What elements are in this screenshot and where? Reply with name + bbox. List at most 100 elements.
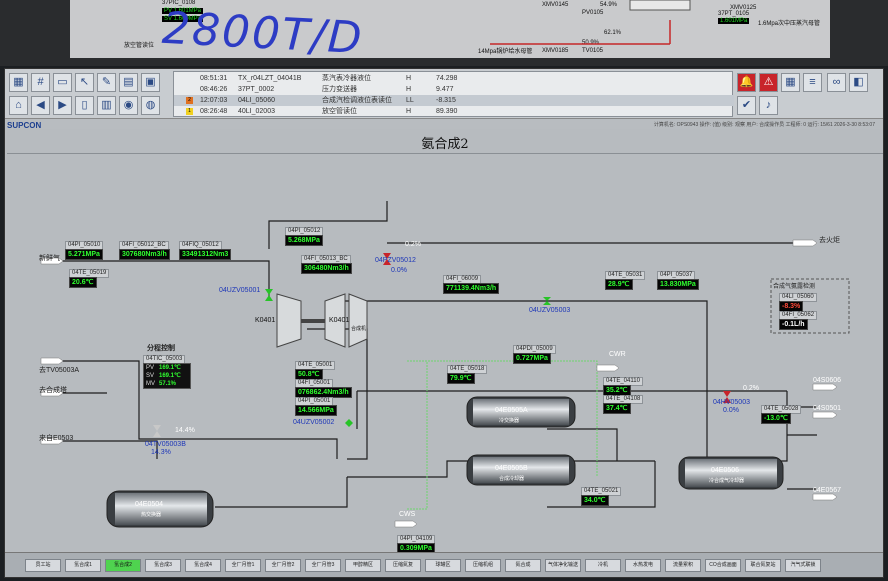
value-04fiq05012[interactable]: 33491312Nm3 — [179, 249, 232, 260]
equip-04e0504-sub: 热交换器 — [141, 512, 162, 518]
nav-button-active[interactable]: 氢合成2 — [105, 559, 141, 572]
alarm-bell-icon[interactable]: 🔔 — [737, 73, 756, 92]
valve-04pzv05012-open: 0.2% — [405, 241, 421, 248]
mute-icon[interactable]: ♪ — [759, 96, 778, 115]
acknowledge-icon[interactable]: ✔ — [737, 96, 756, 115]
document-icon[interactable]: ▯ — [75, 96, 94, 115]
forward-icon[interactable]: ▶ — [53, 96, 72, 115]
nav-button[interactable]: 氢合成3 — [145, 559, 181, 572]
label-split-control: 分程控制 — [147, 345, 175, 352]
equip-k0401a[interactable]: K0401 — [255, 317, 275, 324]
equip-04e0506[interactable]: 04E0506 — [711, 467, 739, 474]
nav-button[interactable]: 水热发电 — [625, 559, 661, 572]
value-04pi05010[interactable]: 5.271MPa — [65, 249, 103, 260]
label-syngas-detect: 合成气氨露检测 — [773, 284, 816, 290]
equip-04e0505a-sub: 冷交换器 — [499, 418, 520, 424]
chart-icon[interactable]: ▤ — [119, 73, 138, 92]
nav-button[interactable]: 球罐区 — [425, 559, 461, 572]
value-04te05018[interactable]: 79.9℃ — [447, 373, 475, 384]
valve-04uzv05002[interactable]: 04UZV05002 — [293, 419, 334, 426]
value-04pdi05009[interactable]: 0.727MPa — [513, 353, 551, 364]
alarm-priority-badge: 1 — [186, 108, 193, 115]
label-04s0606: 04S0606 — [813, 377, 842, 384]
nav-button[interactable]: 全厂月管3 — [305, 559, 341, 572]
label-cws: CWS — [399, 511, 416, 518]
equip-04e0505a[interactable]: 04E0505A — [495, 407, 528, 414]
nav-button[interactable]: 压缩机组 — [465, 559, 501, 572]
hash-icon[interactable]: # — [31, 73, 50, 92]
value-04fi05012[interactable]: 307680Nm3/h — [119, 249, 170, 260]
value-04pi05001[interactable]: 14.566MPa — [295, 405, 337, 416]
value-04pi05037[interactable]: 13.830MPa — [657, 279, 699, 290]
nav-button[interactable]: 全厂月管1 — [225, 559, 261, 572]
alarm-list[interactable]: 08:51:31 TX_r04LZT_04041B 蒸汽表冷器液位 H 74.2… — [173, 71, 734, 117]
process-graphic: 氨合成2 新鲜气 去火炬 去TV05003A 去合成塔 来自E0503 分程控制… — [7, 129, 883, 554]
valve-04tv05003b[interactable]: 04TV05003B — [145, 441, 186, 448]
link-icon[interactable]: ∞ — [827, 73, 846, 92]
nav-button[interactable]: 流量累积 — [665, 559, 701, 572]
alarm-silence-icon[interactable]: ⚠ — [759, 73, 778, 92]
equip-k0401b[interactable]: K0401 — [329, 317, 349, 324]
valve-04pzv05012[interactable]: 04PZV05012 — [375, 257, 416, 264]
nav-button[interactable]: 氢合成4 — [185, 559, 221, 572]
valve-04hv05003-open: 0.2% — [743, 385, 759, 392]
home-icon[interactable]: ⌂ — [9, 96, 28, 115]
label-fresh-gas: 新鲜气 — [39, 255, 60, 262]
value-04te04108[interactable]: 37.4℃ — [603, 403, 631, 414]
value-04fi06009[interactable]: 771139.4Nm3/h — [443, 283, 500, 294]
equip-04e0506-sub: 冷合成气冷却器 — [709, 478, 745, 484]
label-04s0501: 04S0501 — [813, 405, 842, 412]
screen-icon[interactable]: ▭ — [53, 73, 72, 92]
toolbar: ▦ # ▭ ↖ ✎ ▤ ▣ ⌂ ◀ ▶ ▯ ▥ ◉ ◍ 08:51:31 TX_… — [5, 69, 883, 119]
nav-button[interactable]: 氢合成1 — [65, 559, 101, 572]
alarm-row[interactable]: 08:51:31 TX_r04LZT_04041B 蒸汽表冷器液位 H 74.2… — [174, 73, 734, 84]
nav-button[interactable]: 联合氮复站 — [745, 559, 781, 572]
nav-button[interactable]: 冷机 — [585, 559, 621, 572]
value-04fi05062[interactable]: -0.1L/h — [779, 319, 808, 330]
bottom-nav: 员工站 氢合成1 氢合成2 氢合成3 氢合成4 全厂月管1 全厂月管2 全厂月管… — [5, 552, 883, 577]
nav-button[interactable]: 甲醇精区 — [345, 559, 381, 572]
book-icon[interactable]: ▥ — [97, 96, 116, 115]
alarm-row[interactable]: 2 12:07:03 04LI_05060 合成汽检调液位表读位 LL -8.3… — [174, 95, 734, 106]
valve-04hv05003-position: 0.0% — [723, 407, 739, 414]
grid-icon[interactable]: ▦ — [9, 73, 28, 92]
window-icon[interactable]: ▣ — [141, 73, 160, 92]
equip-k0401b-sub: 合成机 — [351, 326, 367, 332]
value-04te05031[interactable]: 28.9℃ — [605, 279, 633, 290]
table-icon[interactable]: ▦ — [781, 73, 800, 92]
globe-icon[interactable]: ◍ — [141, 96, 160, 115]
dcs-screen: ▦ # ▭ ↖ ✎ ▤ ▣ ⌂ ◀ ▶ ▯ ▥ ◉ ◍ 08:51:31 TX_… — [4, 68, 884, 578]
nav-button[interactable]: 压缩氮复 — [385, 559, 421, 572]
cursor-icon[interactable]: ↖ — [75, 73, 94, 92]
pid-faceplate[interactable]: PV 169.1℃ SV 169.1℃ MV 57.1% — [143, 363, 191, 389]
tools-icon[interactable]: ✎ — [97, 73, 116, 92]
value-04te05028[interactable]: -13.0℃ — [761, 413, 791, 424]
valve-04uzv05003[interactable]: 04UZV05003 — [529, 307, 570, 314]
piping-diagram — [40, 201, 850, 528]
alarm-row[interactable]: 1 08:26:48 40LI_02003 放空管读位 H 89.390 — [174, 106, 734, 117]
photo-root: 37PIC_0108 PV 1.601MPa SV 1.600MPa XMV01… — [0, 0, 888, 581]
equip-04e0504[interactable]: 04E0504 — [135, 501, 163, 508]
equip-04e0505b[interactable]: 04E0505B — [495, 465, 528, 472]
nav-button[interactable]: CO合成画面 — [705, 559, 741, 572]
nav-button[interactable]: 全厂月管2 — [265, 559, 301, 572]
valve-04hv05003[interactable]: 04HV05003 — [713, 399, 750, 406]
label-to-torch: 去火炬 — [819, 237, 840, 244]
valve-04tv05003b-position: 14.3% — [151, 449, 171, 456]
list-icon[interactable]: ≡ — [803, 73, 822, 92]
nav-button[interactable]: 气体净化输送 — [545, 559, 581, 572]
value-04te05021[interactable]: 34.0℃ — [581, 495, 609, 506]
nav-button[interactable]: 汽气式联锁 — [785, 559, 821, 572]
valve-04tv05003b-open: 14.4% — [175, 427, 195, 434]
value-04te05019[interactable]: 20.6℃ — [69, 277, 97, 288]
nav-button[interactable]: 员工站 — [25, 559, 61, 572]
alarm-row[interactable]: 08:46:26 37PT_0002 压力变送器 H 9.477 — [174, 84, 734, 95]
panel-icon[interactable]: ◧ — [849, 73, 868, 92]
back-icon[interactable]: ◀ — [31, 96, 50, 115]
value-04fi05013[interactable]: 306480Nm3/h — [301, 263, 352, 274]
nav-button[interactable]: 氮合成 — [505, 559, 541, 572]
camera-icon[interactable]: ◉ — [119, 96, 138, 115]
value-04pi05012[interactable]: 5.268MPa — [285, 235, 323, 246]
valve-04uzv05001[interactable]: 04UZV05001 — [219, 287, 260, 294]
label-from-e0503: 来自E0503 — [39, 435, 74, 442]
